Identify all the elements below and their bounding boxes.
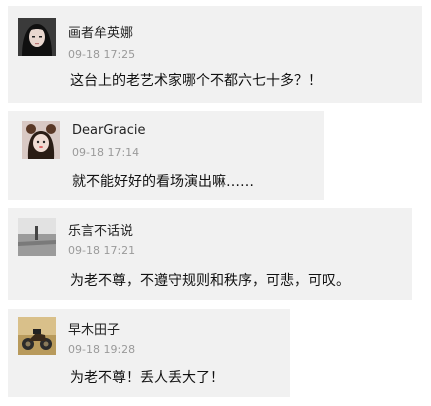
comment-time: 09-18 19:28 — [68, 343, 136, 356]
comment-text: 这台上的老艺术家哪个不都六七十多？！ — [70, 73, 322, 89]
comment-time: 09-18 17:14 — [72, 146, 140, 159]
avatar[interactable] — [22, 121, 60, 159]
avatar[interactable] — [18, 218, 56, 256]
avatar-girl-bear-ears-icon — [22, 121, 60, 159]
username[interactable]: 早木田子 — [68, 319, 120, 338]
comment-card: DearGracie 09-18 17:14 就不能好好的看场演出嘛…… — [8, 111, 324, 200]
comment-text: 就不能好好的看场演出嘛…… — [72, 174, 254, 190]
avatar-motorcycle-icon — [18, 317, 56, 355]
comment-card: 画者牟英娜 09-18 17:25 这台上的老艺术家哪个不都六七十多？！ — [8, 6, 422, 103]
avatar[interactable] — [18, 18, 56, 56]
comment-text: 为老不尊！丢人丢大了！ — [70, 370, 224, 386]
username[interactable]: DearGracie — [72, 123, 145, 138]
comment-card: 早木田子 09-18 19:28 为老不尊！丢人丢大了！ — [8, 309, 290, 397]
avatar-gray-landscape-icon — [18, 218, 56, 256]
comment-time: 09-18 17:21 — [68, 244, 136, 257]
username[interactable]: 画者牟英娜 — [68, 22, 133, 41]
comment-text: 为老不尊，不遵守规则和秩序，可悲，可叹。 — [70, 273, 350, 289]
comment-time: 09-18 17:25 — [68, 48, 136, 61]
comment-card: 乐言不话说 09-18 17:21 为老不尊，不遵守规则和秩序，可悲，可叹。 — [8, 208, 412, 300]
username[interactable]: 乐言不话说 — [68, 220, 133, 239]
avatar-woman-dark-hair-icon — [18, 18, 56, 56]
avatar[interactable] — [18, 317, 56, 355]
